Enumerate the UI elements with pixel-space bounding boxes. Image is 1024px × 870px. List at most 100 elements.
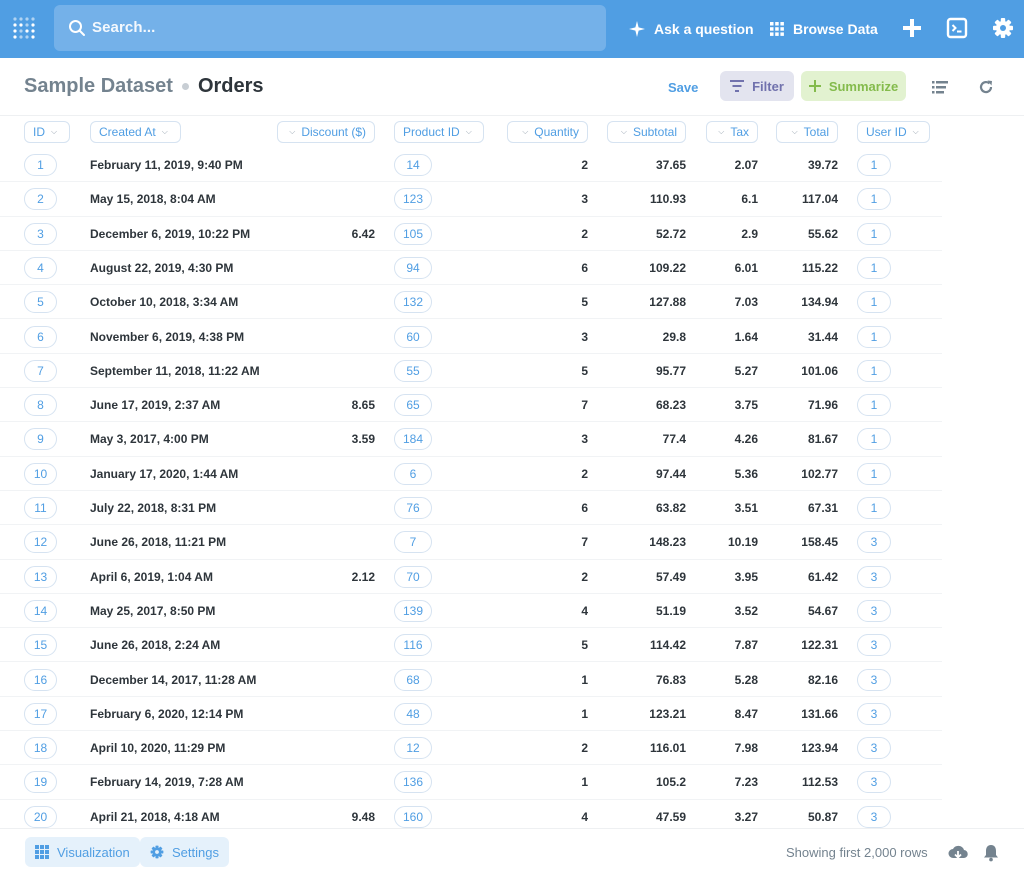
order-id-link[interactable]: 12: [24, 531, 57, 554]
column-header-subtotal[interactable]: ⌵ Subtotal: [607, 121, 686, 143]
save-button[interactable]: Save: [668, 80, 698, 95]
product-id-link[interactable]: 60: [394, 325, 432, 348]
refresh-icon[interactable]: [978, 79, 994, 95]
column-header-quantity[interactable]: ⌵ Quantity: [507, 121, 588, 143]
product-id-link[interactable]: 184: [394, 428, 432, 451]
user-id-link[interactable]: 1: [857, 188, 891, 211]
order-id-link[interactable]: 7: [24, 359, 57, 382]
download-icon[interactable]: [948, 844, 968, 862]
search-input[interactable]: Search...: [54, 5, 606, 51]
user-id-link[interactable]: 3: [857, 599, 891, 622]
user-id-link[interactable]: 3: [857, 805, 891, 828]
new-plus-icon[interactable]: [901, 17, 923, 39]
user-id-link[interactable]: 3: [857, 634, 891, 657]
product-id-link[interactable]: 12: [394, 737, 432, 760]
user-id-link[interactable]: 3: [857, 771, 891, 794]
table-row[interactable]: 19 February 14, 2019, 7:28 AM 136 1 105.2 7.2…: [0, 765, 942, 800]
order-id-link[interactable]: 3: [24, 222, 57, 245]
product-id-link[interactable]: 116: [394, 634, 432, 657]
user-id-link[interactable]: 1: [857, 291, 891, 314]
ask-question-button[interactable]: Ask a question: [629, 17, 754, 41]
product-id-link[interactable]: 123: [394, 188, 432, 211]
product-id-link[interactable]: 65: [394, 394, 432, 417]
user-id-link[interactable]: 1: [857, 325, 891, 348]
table-row[interactable]: 7 September 11, 2018, 11:22 AM 55 5 95.77 5.2…: [0, 354, 942, 389]
column-header-user-id[interactable]: User ID ⌵: [857, 121, 930, 143]
table-row[interactable]: 20 April 21, 2018, 4:18 AM 9.48 160 4 47.59 3.…: [0, 800, 942, 828]
table-row[interactable]: 15 June 26, 2018, 2:24 AM 116 5 114.42 7.87 12…: [0, 628, 942, 663]
user-id-link[interactable]: 3: [857, 565, 891, 588]
product-id-link[interactable]: 70: [394, 565, 432, 588]
breadcrumb-database[interactable]: Sample Dataset: [24, 75, 173, 98]
table-row[interactable]: 4 August 22, 2019, 4:30 PM 94 6 109.22 6.01 11…: [0, 251, 942, 286]
user-id-link[interactable]: 1: [857, 359, 891, 382]
product-id-link[interactable]: 139: [394, 599, 432, 622]
order-id-link[interactable]: 5: [24, 291, 57, 314]
table-row[interactable]: 13 April 6, 2019, 1:04 AM 2.12 70 2 57.49 3.95…: [0, 560, 942, 594]
table-row[interactable]: 2 May 15, 2018, 8:04 AM 123 3 110.93 6.1 117.0…: [0, 182, 942, 217]
order-id-link[interactable]: 14: [24, 599, 57, 622]
user-id-link[interactable]: 1: [857, 222, 891, 245]
product-id-link[interactable]: 136: [394, 771, 432, 794]
table-row[interactable]: 12 June 26, 2018, 11:21 PM 7 7 148.23 10.19 15…: [0, 525, 942, 560]
user-id-link[interactable]: 3: [857, 737, 891, 760]
column-header-product-id[interactable]: Product ID ⌵: [394, 121, 484, 143]
table-row[interactable]: 14 May 25, 2017, 8:50 PM 139 4 51.19 3.52 54.6…: [0, 594, 942, 629]
order-id-link[interactable]: 15: [24, 634, 57, 657]
summarize-button[interactable]: Summarize: [801, 71, 906, 101]
product-id-link[interactable]: 76: [394, 497, 432, 519]
table-row[interactable]: 5 October 10, 2018, 3:34 AM 132 5 127.88 7.03…: [0, 285, 942, 320]
product-id-link[interactable]: 132: [394, 291, 432, 314]
product-id-link[interactable]: 160: [394, 805, 432, 828]
order-id-link[interactable]: 1: [24, 154, 57, 176]
product-id-link[interactable]: 105: [394, 222, 432, 245]
product-id-link[interactable]: 7: [394, 531, 432, 554]
column-header-tax[interactable]: ⌵ Tax: [706, 121, 758, 143]
table-row[interactable]: 16 December 14, 2017, 11:28 AM 68 1 76.83 5.2…: [0, 663, 942, 697]
filter-button[interactable]: Filter: [720, 71, 794, 101]
table-row[interactable]: 11 July 22, 2018, 8:31 PM 76 6 63.82 3.51 67.3…: [0, 491, 942, 526]
order-id-link[interactable]: 4: [24, 256, 57, 279]
user-id-link[interactable]: 1: [857, 394, 891, 417]
table-row[interactable]: 3 December 6, 2019, 10:22 PM 6.42 105 2 52.72…: [0, 217, 942, 251]
bell-icon[interactable]: [983, 844, 1001, 862]
visualization-button[interactable]: Visualization: [25, 837, 140, 867]
order-id-link[interactable]: 2: [24, 188, 57, 211]
table-row[interactable]: 17 February 6, 2020, 12:14 PM 48 1 123.21 8.4…: [0, 697, 942, 732]
order-id-link[interactable]: 16: [24, 668, 57, 691]
product-id-link[interactable]: 55: [394, 359, 432, 382]
table-row[interactable]: 1 February 11, 2019, 9:40 PM 14 2 37.65 2.07 3…: [0, 148, 942, 183]
order-id-link[interactable]: 13: [24, 565, 57, 588]
order-id-link[interactable]: 17: [24, 702, 57, 725]
user-id-link[interactable]: 3: [857, 702, 891, 725]
order-id-link[interactable]: 6: [24, 325, 57, 348]
product-id-link[interactable]: 48: [394, 702, 432, 725]
metabase-logo-icon[interactable]: [12, 16, 36, 42]
order-id-link[interactable]: 10: [24, 462, 57, 485]
user-id-link[interactable]: 1: [857, 256, 891, 279]
column-header-id[interactable]: ID ⌵: [24, 121, 70, 143]
order-id-link[interactable]: 20: [24, 805, 57, 828]
column-header-total[interactable]: ⌵ Total: [776, 121, 838, 143]
settings-gear-icon[interactable]: [992, 17, 1014, 39]
user-id-link[interactable]: 1: [857, 154, 891, 176]
order-id-link[interactable]: 18: [24, 737, 57, 760]
table-row[interactable]: 18 April 10, 2020, 11:29 PM 12 2 116.01 7.98 1…: [0, 731, 942, 766]
settings-button[interactable]: Settings: [140, 837, 229, 867]
order-id-link[interactable]: 8: [24, 394, 57, 417]
table-row[interactable]: 8 June 17, 2019, 2:37 AM 8.65 65 7 68.23 3.75 7…: [0, 388, 942, 423]
order-id-link[interactable]: 9: [24, 428, 57, 451]
notebook-editor-icon[interactable]: [932, 79, 948, 95]
column-header-discount[interactable]: ⌵ Discount ($): [277, 121, 375, 143]
table-row[interactable]: 9 May 3, 2017, 4:00 PM 3.59 184 3 77.4 4.26 81.…: [0, 422, 942, 457]
order-id-link[interactable]: 19: [24, 771, 57, 794]
product-id-link[interactable]: 94: [394, 256, 432, 279]
sql-editor-icon[interactable]: [946, 17, 968, 39]
column-header-created-at[interactable]: Created At ⌵: [90, 121, 181, 143]
user-id-link[interactable]: 3: [857, 668, 891, 691]
product-id-link[interactable]: 14: [394, 154, 432, 176]
user-id-link[interactable]: 1: [857, 462, 891, 485]
user-id-link[interactable]: 3: [857, 531, 891, 554]
user-id-link[interactable]: 1: [857, 497, 891, 519]
product-id-link[interactable]: 68: [394, 668, 432, 691]
